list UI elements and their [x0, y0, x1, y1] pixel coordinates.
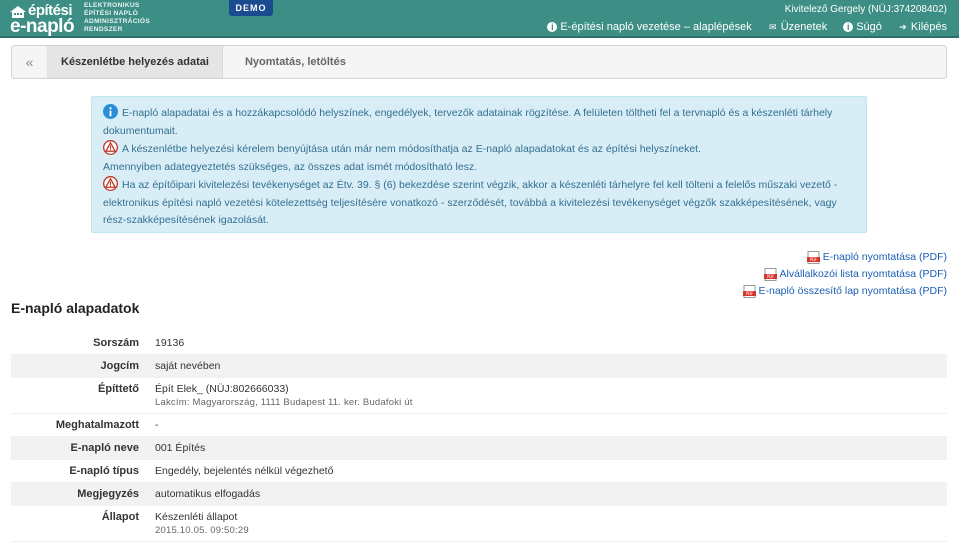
row-value-text: 19136 — [155, 337, 185, 349]
logo-subtitle-line: ÉPÍTÉSI NAPLÓ — [84, 10, 139, 17]
pdf-file-icon: PDF — [742, 285, 756, 298]
nav-basics-label: E-építési napló vezetése – alaplépések — [560, 21, 752, 33]
basic-data-table: Sorszám 19136 Jogcím saját nevében Építt… — [11, 332, 947, 542]
nav-help-label: Súgó — [856, 21, 882, 33]
warning-text: Ha az építőipari kivitelezési tevékenysé… — [103, 179, 838, 226]
logo-subtitle-line: ADMINISZTRÁCIÓS — [84, 18, 151, 25]
info-circle-icon — [103, 104, 118, 119]
row-label: Sorszám — [93, 337, 139, 349]
row-value-text: saját nevében — [155, 360, 221, 372]
info-text: E-napló alapadatai és a hozzákapcsolódó … — [103, 107, 833, 137]
pdf-links: PDF E-napló nyomtatása (PDF) PDF Alválla… — [742, 249, 948, 300]
table-row: Megjegyzés automatikus elfogadás — [11, 483, 947, 506]
row-value: 001 Építés — [139, 437, 205, 459]
row-value: - — [139, 414, 159, 436]
envelope-icon: ✉ — [768, 22, 777, 32]
row-value: Épít Elek_ (NÜJ:802666033) Lakcím: Magya… — [139, 378, 413, 413]
table-row: E-napló típus Engedély, bejelentés nélkü… — [11, 460, 947, 483]
table-row: Építtető Épít Elek_ (NÜJ:802666033) Lakc… — [11, 378, 947, 414]
nav-messages-label: Üzenetek — [780, 21, 828, 33]
current-user: Kivitelező Gergely (NÜJ:374208402) — [784, 4, 947, 15]
nav-basics-link[interactable]: i E-építési napló vezetése – alaplépések — [547, 21, 752, 33]
tab-bar: « Készenlétbe helyezés adatai Nyomtatás,… — [11, 45, 947, 79]
row-subvalue: 2015.10.05. 09:50:29 — [155, 525, 249, 536]
info-icon: i — [547, 22, 558, 32]
row-label: Állapot — [101, 511, 139, 523]
info-paragraph: Amennyiben adategyeztetés szükséges, az … — [103, 160, 478, 173]
table-row: Sorszám 19136 — [11, 332, 947, 355]
row-value-text: Engedély, bejelentés nélkül végezhető — [155, 465, 334, 477]
demo-badge: DEMO — [229, 0, 273, 16]
print-enaplo-pdf-link[interactable]: PDF E-napló nyomtatása (PDF) — [743, 249, 947, 266]
print-subcontractors-pdf-link[interactable]: PDF Alvállalkozói lista nyomtatása (PDF) — [743, 266, 947, 283]
table-row: Jogcím saját nevében — [11, 355, 947, 378]
table-row: E-napló neve 001 Építés — [11, 437, 947, 460]
pdf-link-label: Alvállalkozói lista nyomtatása (PDF) — [779, 268, 947, 280]
row-value-text: 001 Építés — [155, 442, 206, 454]
row-value: Készenléti állapot 2015.10.05. 09:50:29 — [139, 506, 249, 541]
top-navigation: i E-építési napló vezetése – alaplépések… — [547, 21, 947, 33]
app-header: építési e-napló ELEKTRONIKUS ÉPÍTÉSI NAP… — [0, 0, 959, 38]
svg-text:PDF: PDF — [745, 291, 753, 296]
row-value: automatikus elfogadás — [139, 483, 260, 505]
table-row: Állapot Készenléti állapot 2015.10.05. 0… — [11, 506, 947, 542]
row-value-text: Készenléti állapot — [155, 511, 238, 523]
section-title: E-napló alapadatok — [11, 300, 140, 316]
row-value-text: - — [155, 419, 159, 431]
nav-messages-link[interactable]: ✉ Üzenetek — [768, 21, 827, 33]
row-label: Építtető — [98, 383, 139, 395]
warning-triangle-icon — [103, 140, 118, 155]
warning-paragraph: Ha az építőipari kivitelezési tevékenysé… — [103, 176, 855, 230]
row-label: Megjegyzés — [77, 488, 139, 500]
row-subvalue: Lakcím: Magyarország, 1111 Budapest 11. … — [155, 397, 413, 408]
svg-text:PDF: PDF — [809, 257, 817, 262]
info-icon: i — [843, 22, 854, 32]
table-row: Meghatalmazott - — [11, 414, 947, 437]
warning-text: A készenlétbe helyezési kérelem benyújtá… — [122, 143, 702, 155]
tab-standby-data[interactable]: Készenlétbe helyezés adatai — [48, 46, 223, 78]
row-value: Engedély, bejelentés nélkül végezhető — [139, 460, 333, 482]
warning-triangle-icon — [103, 176, 118, 191]
nav-logout-link[interactable]: ➜ Kilépés — [898, 21, 947, 33]
app-logo[interactable]: építési e-napló — [8, 2, 78, 37]
warning-paragraph: A készenlétbe helyezési kérelem benyújtá… — [103, 140, 855, 159]
pdf-link-label: E-napló összesítő lap nyomtatása (PDF) — [758, 285, 948, 297]
row-label: Meghatalmazott — [55, 419, 139, 431]
pdf-file-icon: PDF — [763, 268, 777, 281]
logo-subtitle: ELEKTRONIKUS ÉPÍTÉSI NAPLÓ ADMINISZTRÁCI… — [84, 2, 184, 34]
logo-subtitle-line: RENDSZER — [84, 26, 123, 33]
nav-logout-label: Kilépés — [910, 21, 947, 33]
pdf-link-label: E-napló nyomtatása (PDF) — [822, 251, 947, 263]
row-label: E-napló neve — [70, 442, 139, 454]
back-button[interactable]: « — [12, 46, 48, 78]
row-value-text: automatikus elfogadás — [155, 488, 261, 500]
print-summary-pdf-link[interactable]: PDF E-napló összesítő lap nyomtatása (PD… — [742, 283, 948, 300]
info-box: E-napló alapadatai és a hozzákapcsolódó … — [91, 96, 867, 233]
row-value-text: Épít Elek_ (NÜJ:802666033) — [155, 383, 289, 395]
row-label: E-napló típus — [69, 465, 139, 477]
row-label: Jogcím — [100, 360, 139, 372]
svg-text:PDF: PDF — [766, 274, 774, 279]
pdf-file-icon: PDF — [806, 251, 820, 264]
logo-text-bottom: e-napló — [10, 16, 75, 37]
logo-subtitle-line: ELEKTRONIKUS — [84, 2, 140, 9]
info-paragraph: E-napló alapadatai és a hozzákapcsolódó … — [103, 104, 855, 140]
nav-help-link[interactable]: i Súgó — [843, 21, 882, 33]
logout-icon: ➜ — [899, 22, 907, 32]
row-value: saját nevében — [139, 355, 220, 377]
row-value: 19136 — [139, 332, 184, 354]
tab-print-download[interactable]: Nyomtatás, letöltés — [231, 46, 360, 78]
